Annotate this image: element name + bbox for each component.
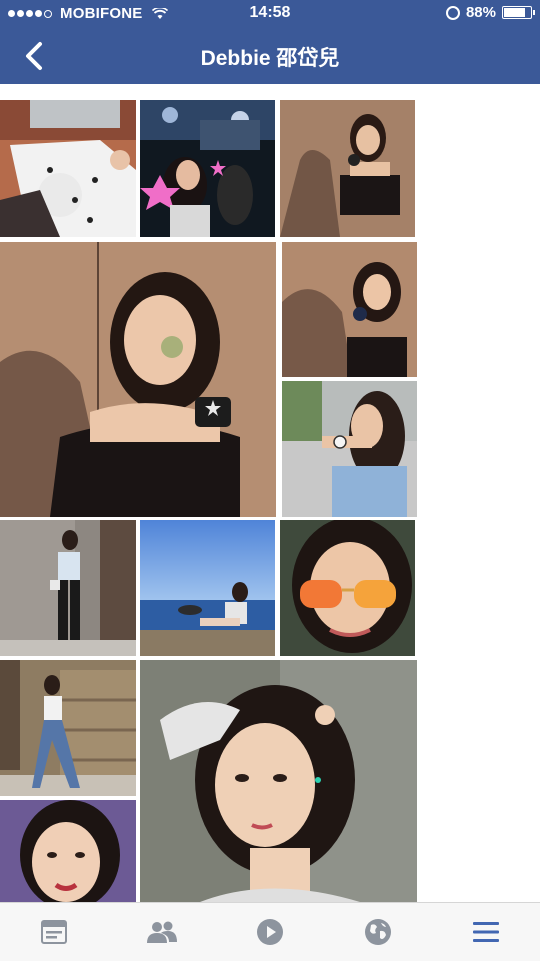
photo-blue-tee-watch[interactable] bbox=[282, 381, 417, 517]
battery-icon bbox=[502, 6, 535, 19]
top-bar: MOBIFONE 14:58 88% Debbie 邵岱兒 bbox=[0, 0, 540, 84]
navigation-bar: Debbie 邵岱兒 bbox=[0, 28, 540, 84]
tab-video[interactable] bbox=[216, 903, 324, 961]
photo-grid bbox=[0, 100, 420, 902]
photo-wall-cushion-2[interactable] bbox=[282, 242, 417, 377]
video-play-icon bbox=[257, 919, 283, 945]
battery-percent: 88% bbox=[465, 4, 496, 21]
photo-laptop-cat[interactable] bbox=[0, 100, 136, 237]
status-bar: MOBIFONE 14:58 88% bbox=[0, 0, 540, 28]
photo-concert[interactable] bbox=[140, 100, 275, 237]
photo-wall-cushion[interactable] bbox=[280, 100, 415, 237]
photo-large-cushion-selfie[interactable] bbox=[0, 242, 276, 517]
photo-sunglasses[interactable] bbox=[280, 520, 415, 656]
tab-news-feed[interactable] bbox=[0, 903, 108, 961]
friends-icon bbox=[147, 921, 177, 943]
tab-notifications-globe[interactable] bbox=[324, 903, 432, 961]
tab-bar bbox=[0, 902, 540, 961]
news-feed-icon bbox=[41, 920, 67, 944]
photo-stairs-outfit[interactable] bbox=[0, 660, 136, 796]
tab-menu[interactable] bbox=[432, 903, 540, 961]
tab-friends[interactable] bbox=[108, 903, 216, 961]
photo-short-hair[interactable] bbox=[0, 800, 136, 902]
globe-icon bbox=[365, 919, 391, 945]
photo-street-outfit[interactable] bbox=[0, 520, 136, 656]
rotation-lock-icon bbox=[445, 5, 460, 20]
menu-icon bbox=[473, 922, 499, 942]
photo-seaside[interactable] bbox=[140, 520, 275, 656]
photo-large-portrait[interactable] bbox=[140, 660, 417, 902]
page-title: Debbie 邵岱兒 bbox=[200, 47, 340, 70]
status-right: 88% bbox=[445, 4, 535, 21]
